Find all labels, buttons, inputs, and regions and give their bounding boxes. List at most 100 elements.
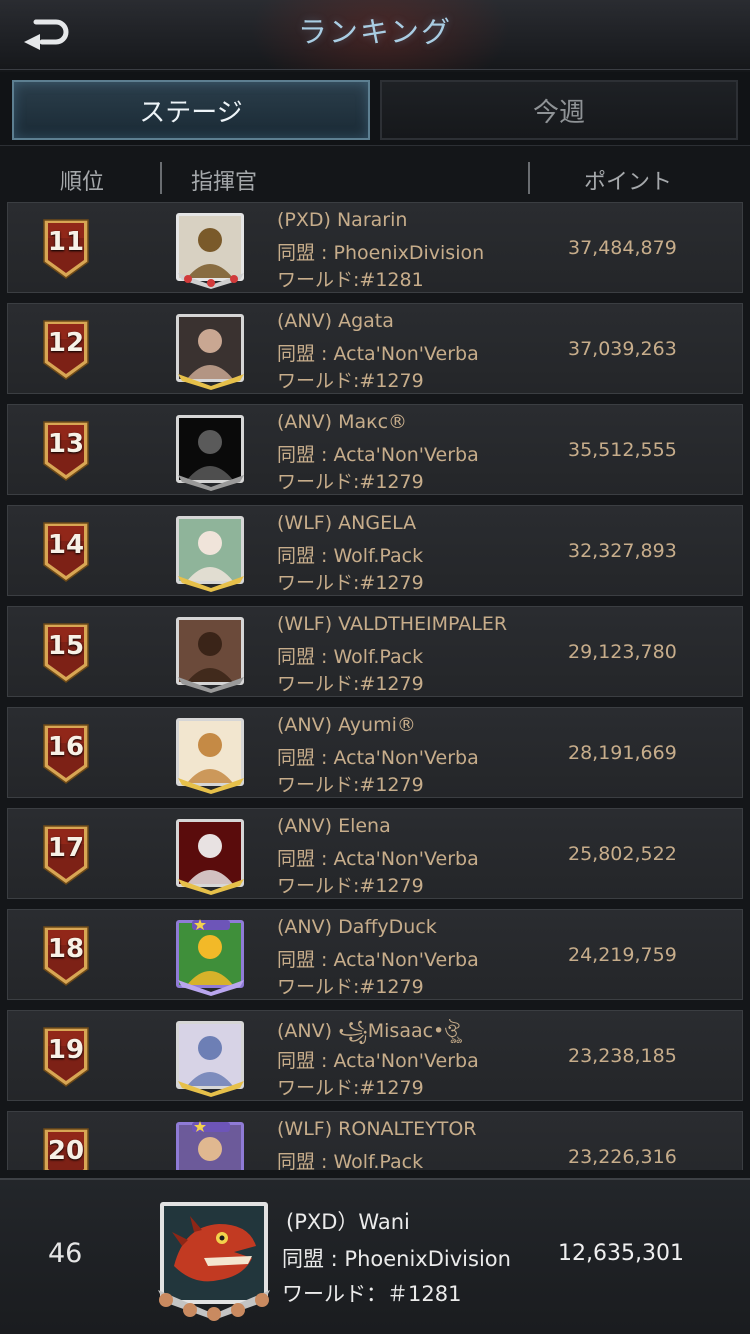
player-alliance: 同盟 : Wolf.Pack xyxy=(277,1151,424,1170)
rank-badge: 19 xyxy=(42,1026,90,1088)
rank-badge: 12 xyxy=(42,319,90,381)
player-points: 23,226,316 xyxy=(568,1146,677,1168)
player-alliance: 同盟 : Acta'Non'Verba xyxy=(277,1050,479,1072)
portrait-icon xyxy=(187,531,233,581)
tab-stage[interactable]: ステージ xyxy=(12,80,370,140)
ranking-row[interactable]: 16 (ANV) Ayumi® 同盟 : Acta'Non'Verba ワールド:#1… xyxy=(7,707,743,798)
player-world: ワールド:#1279 xyxy=(277,875,424,897)
tab-bar: ステージ 今週 xyxy=(0,72,750,146)
player-name: (ANV) Agata xyxy=(277,310,394,332)
top-bar: ランキング xyxy=(0,0,750,70)
rank-badge: 11 xyxy=(42,218,90,280)
rank-number: 13 xyxy=(47,429,85,459)
star-banner-icon xyxy=(192,919,230,930)
player-points: 32,327,893 xyxy=(568,540,677,562)
ranking-list[interactable]: 11 (PXD) Nararin 同盟 : PhoenixDivision ワールド:… xyxy=(0,200,750,1170)
column-headers: 順位 指揮官 ポイント xyxy=(0,152,750,202)
column-divider xyxy=(160,162,162,194)
player-alliance: 同盟 : Acta'Non'Verba xyxy=(277,747,479,769)
rank-number: 16 xyxy=(47,732,85,762)
rank-number: 12 xyxy=(47,328,85,358)
portrait-icon xyxy=(187,935,233,985)
rank-number: 11 xyxy=(47,227,85,257)
portrait-icon xyxy=(187,733,233,783)
player-avatar[interactable] xyxy=(172,1019,250,1097)
rank-badge: 13 xyxy=(42,420,90,482)
portrait-icon xyxy=(187,329,233,379)
rank-wing-icon xyxy=(178,475,244,491)
column-rank-header: 順位 xyxy=(60,170,105,195)
rank-wing-icon xyxy=(178,1081,244,1097)
player-avatar[interactable] xyxy=(172,716,250,794)
rank-badge: 14 xyxy=(42,521,90,583)
tab-this-week[interactable]: 今週 xyxy=(380,80,738,140)
player-alliance: 同盟 : Acta'Non'Verba xyxy=(277,949,479,971)
star-banner-icon xyxy=(192,1121,230,1132)
portrait-icon xyxy=(187,1036,233,1086)
ranking-row[interactable]: 13 (ANV) Макс® 同盟 : Acta'Non'Verba ワールド:#12… xyxy=(7,404,743,495)
column-points-header: ポイント xyxy=(584,170,673,195)
player-alliance: 同盟 : Wolf.Pack xyxy=(277,545,424,567)
player-points: 23,238,185 xyxy=(568,1045,677,1067)
ranking-row[interactable]: 15 (WLF) VALDTHEIMPALER 同盟 : Wolf.Pack ワールド… xyxy=(7,606,743,697)
ranking-row[interactable]: 19 (ANV) ꧁Misaac•ঔৣ 同盟 : Acta'Non'Verba ワール… xyxy=(7,1010,743,1101)
player-name: (WLF) RONALTEYTOR xyxy=(277,1118,477,1140)
rank-wing-icon xyxy=(178,879,244,895)
column-divider xyxy=(528,162,530,194)
portrait-icon xyxy=(187,834,233,884)
my-rank: 46 xyxy=(48,1238,83,1269)
my-player-name: (PXD）Wani xyxy=(286,1210,410,1234)
rank-wing-icon xyxy=(178,273,244,289)
player-points: 29,123,780 xyxy=(568,641,677,663)
player-name: (WLF) VALDTHEIMPALER xyxy=(277,613,508,635)
rank-number: 17 xyxy=(47,833,85,863)
ranking-row[interactable]: 11 (PXD) Nararin 同盟 : PhoenixDivision ワールド:… xyxy=(7,202,743,293)
rank-wing-icon xyxy=(178,677,244,693)
rank-number: 18 xyxy=(47,934,85,964)
my-avatar[interactable] xyxy=(152,1198,276,1322)
player-world: ワールド:#1279 xyxy=(277,774,424,796)
rank-badge: 18 xyxy=(42,925,90,987)
player-avatar[interactable] xyxy=(172,918,250,996)
player-alliance: 同盟 : Acta'Non'Verba xyxy=(277,444,479,466)
player-avatar[interactable] xyxy=(172,211,250,289)
page-title: ランキング xyxy=(297,15,453,49)
player-name: (WLF) ANGELA xyxy=(277,512,417,534)
player-points: 35,512,555 xyxy=(568,439,677,461)
player-avatar[interactable] xyxy=(172,817,250,895)
player-points: 37,039,263 xyxy=(568,338,677,360)
player-points: 24,219,759 xyxy=(568,944,677,966)
portrait-icon xyxy=(187,632,233,682)
rank-number: 14 xyxy=(47,530,85,560)
rank-badge: 15 xyxy=(42,622,90,684)
player-world: ワールド:#1281 xyxy=(277,269,424,291)
ranking-row[interactable]: 18 (ANV) DaffyDuck 同盟 : Acta'Non'Verba ワールド… xyxy=(7,909,743,1000)
portrait-icon xyxy=(187,228,233,278)
my-alliance: 同盟 : PhoenixDivision xyxy=(282,1247,511,1271)
rank-number: 19 xyxy=(47,1035,85,1065)
player-alliance: 同盟 : Acta'Non'Verba xyxy=(277,848,479,870)
my-world: ワールド：＃1281 xyxy=(282,1282,462,1306)
ranking-row[interactable]: 12 (ANV) Agata 同盟 : Acta'Non'Verba ワールド:#12… xyxy=(7,303,743,394)
player-world: ワールド:#1279 xyxy=(277,976,424,998)
player-avatar[interactable] xyxy=(172,514,250,592)
rank-number: 15 xyxy=(47,631,85,661)
player-avatar[interactable] xyxy=(172,413,250,491)
player-name: (PXD) Nararin xyxy=(277,209,408,231)
ranking-row[interactable]: 20 (WLF) RONALTEYTOR 同盟 : Wolf.Pack 23,226,… xyxy=(7,1111,743,1170)
rank-badge: 17 xyxy=(42,824,90,886)
rank-badge: 20 xyxy=(42,1127,90,1170)
ranking-row[interactable]: 14 (WLF) ANGELA 同盟 : Wolf.Pack ワールド:#1279 32… xyxy=(7,505,743,596)
player-avatar[interactable] xyxy=(172,312,250,390)
player-avatar[interactable] xyxy=(172,1120,250,1170)
player-world: ワールド:#1279 xyxy=(277,572,424,594)
player-avatar[interactable] xyxy=(172,615,250,693)
rank-number: 20 xyxy=(47,1136,85,1166)
ranking-row[interactable]: 17 (ANV) Elena 同盟 : Acta'Non'Verba ワールド:#12… xyxy=(7,808,743,899)
rank-wing-icon xyxy=(178,374,244,390)
column-commander-header: 指揮官 xyxy=(191,170,258,195)
player-alliance: 同盟 : Wolf.Pack xyxy=(277,646,424,668)
player-points: 25,802,522 xyxy=(568,843,677,865)
player-alliance: 同盟 : Acta'Non'Verba xyxy=(277,343,479,365)
player-name: (ANV) Ayumi® xyxy=(277,714,416,736)
